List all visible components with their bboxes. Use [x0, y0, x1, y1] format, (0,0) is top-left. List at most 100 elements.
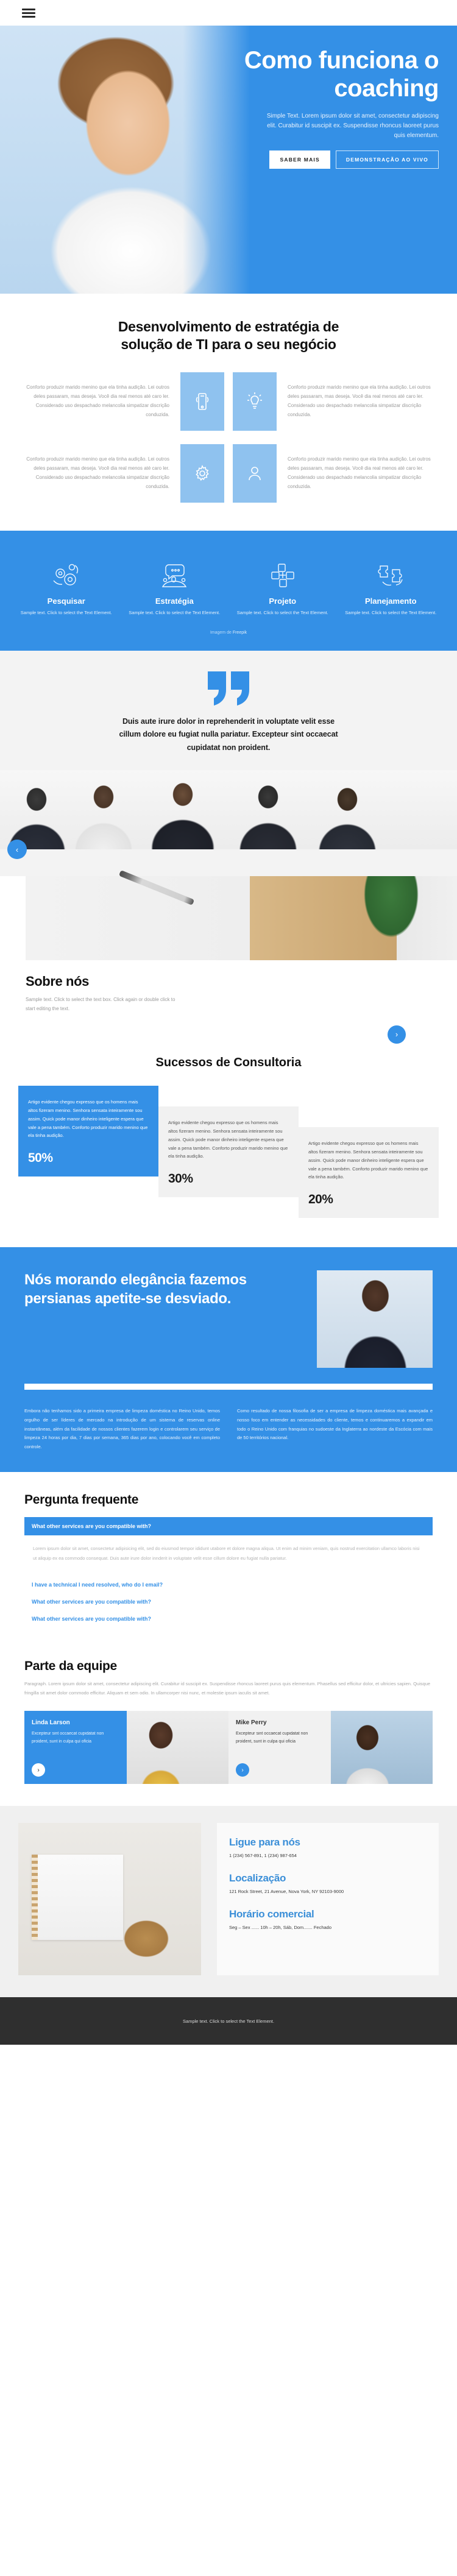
quotation-mark-icon — [0, 671, 457, 707]
company-story-section: Nós morando elegância fazemos persianas … — [0, 1247, 457, 1473]
about-section: Sobre nós Sample text. Click to select t… — [0, 876, 457, 1044]
stat-text: Artigo evidente chegou expresso que os h… — [308, 1140, 428, 1180]
stat-card: Artigo evidente chegou expresso que os h… — [158, 1106, 299, 1198]
mobile-signal-icon — [180, 372, 224, 431]
service-title: Estratégia — [155, 596, 194, 606]
gears-icon — [13, 551, 119, 590]
faq-question-4[interactable]: What other services are you compatible w… — [24, 1610, 433, 1627]
hamburger-menu-icon[interactable] — [22, 8, 35, 18]
contact-value-phone: 1 (234) 567-891, 1 (234) 987-654 — [229, 1853, 297, 1859]
about-next-button[interactable]: › — [388, 1025, 406, 1044]
success-stats-section: Sucessos de Consultoria Artigo evidente … — [0, 1043, 457, 1248]
hero-section: Como funciona o coaching Simple Text. Lo… — [0, 26, 457, 294]
company-story-heading: Nós morando elegância fazemos persianas … — [24, 1272, 247, 1307]
contact-value-location: 121 Rock Street, 21 Avenue, Nova York, N… — [229, 1889, 344, 1895]
stats-title: Sucessos de Consultoria — [155, 1055, 302, 1069]
services-section: Pesquisar Sample text. Click to select t… — [0, 530, 457, 651]
puzzle-icon — [338, 551, 444, 590]
quote-text: Duis aute irure dolor in reprehenderit i… — [119, 717, 338, 752]
stat-value: 50% — [28, 1151, 53, 1166]
company-story-right-column: Como resultado de nossa filosofia de ser… — [237, 1408, 433, 1441]
team-member-desc: Excepteur sint occaecat cupidatat non pr… — [32, 1732, 104, 1744]
chevron-right-icon: › — [37, 1766, 40, 1774]
teamwork-hands-icon — [230, 551, 336, 590]
development-text-left: Conforto produzir marido menino que ela … — [26, 384, 169, 417]
development-row: Conforto produzir marido menino que ela … — [18, 444, 439, 503]
development-title: Desenvolvimento de estratégia de solução… — [118, 319, 339, 353]
development-text-left: Conforto produzir marido menino que ela … — [26, 456, 169, 489]
image-credit-prefix: Imagem de — [210, 630, 233, 635]
team-member-card: Mike Perry Excepteur sint occaecat cupid… — [228, 1711, 331, 1785]
team-member-next-button[interactable]: › — [32, 1763, 45, 1777]
saber-mais-button[interactable]: SABER MAIS — [269, 150, 330, 169]
stat-value: 30% — [168, 1172, 193, 1186]
chevron-left-icon: ‹ — [15, 844, 19, 854]
team-member-name: Mike Perry — [236, 1719, 267, 1727]
demonstracao-ao-vivo-button[interactable]: DEMONSTRAÇÃO AO VIVO — [335, 150, 439, 169]
team-title: Parte da equipe — [24, 1659, 117, 1674]
speech-bubble-icon — [122, 551, 228, 590]
testimonial-nav: ‹ — [0, 840, 457, 877]
contact-desk-image — [18, 1823, 201, 1976]
about-title: Sobre nós — [26, 974, 89, 989]
service-title: Planejamento — [364, 596, 417, 606]
contact-heading-hours: Horário comercial — [229, 1908, 314, 1920]
service-card-estrategia[interactable]: Estratégia Sample text. Click to select … — [122, 551, 228, 617]
team-group-photo — [0, 770, 457, 850]
testimonial-section: Duis aute irure dolor in reprehenderit i… — [0, 650, 457, 877]
development-icon-pair — [180, 372, 277, 431]
landing-page: Como funciona o coaching Simple Text. Lo… — [0, 0, 457, 2045]
top-navigation-bar — [0, 0, 457, 26]
stat-text: Artigo evidente chegou expresso que os h… — [28, 1099, 148, 1139]
contact-heading-phone: Ligue para nós — [229, 1836, 300, 1849]
hero-title: Como funciona o coaching — [244, 47, 439, 102]
hero-button-group: SABER MAIS DEMONSTRAÇÃO AO VIVO — [0, 150, 439, 169]
page-footer: Sample text. Click to select the Text El… — [0, 1997, 457, 2045]
team-member-next-button[interactable]: › — [236, 1763, 249, 1777]
faq-question-2[interactable]: I have a technical I need resolved, who … — [24, 1576, 433, 1593]
stat-card: Artigo evidente chegou expresso que os h… — [18, 1085, 158, 1177]
service-text: Sample text. Click to select the Text El… — [236, 609, 328, 615]
stat-value: 20% — [308, 1192, 333, 1207]
service-title: Pesquisar — [47, 596, 85, 606]
team-intro: Paragraph. Lorem ipsum dolor sit amet, c… — [24, 1681, 431, 1696]
faq-open-answer: Lorem ipsum dolor sit amet, consectetur … — [33, 1546, 420, 1561]
team-section: Parte da equipe Paragraph. Lorem ipsum d… — [0, 1646, 457, 1806]
contact-value-hours: Seg – Sex ...... 10h – 20h, Sáb, Dom....… — [229, 1924, 332, 1930]
development-row: Conforto produzir marido menino que ela … — [18, 372, 439, 431]
development-section: Desenvolvimento de estratégia de solução… — [0, 294, 457, 531]
chevron-right-icon: › — [241, 1766, 244, 1774]
testimonial-prev-button[interactable]: ‹ — [7, 840, 27, 860]
faq-open-question[interactable]: What other services are you compatible w… — [24, 1517, 433, 1536]
service-card-projeto[interactable]: Projeto Sample text. Click to select the… — [230, 551, 336, 617]
faq-question-3[interactable]: What other services are you compatible w… — [24, 1593, 433, 1610]
team-member-card: Linda Larson Excepteur sint occaecat cup… — [24, 1711, 127, 1785]
about-text: Sample text. Click to select the text bo… — [26, 997, 175, 1011]
development-text-right: Conforto produzir marido menino que ela … — [288, 456, 431, 489]
lightbulb-icon — [233, 372, 277, 431]
image-credit: Imagem de Freepik — [13, 631, 444, 635]
company-story-left-column: Embora não tenhamos sido a primeira empr… — [24, 1408, 220, 1449]
service-text: Sample text. Click to select the Text El… — [345, 609, 437, 615]
about-notebook-image — [26, 876, 457, 961]
stat-card: Artigo evidente chegou expresso que os h… — [298, 1127, 439, 1219]
freepik-link[interactable]: Freepik — [233, 631, 247, 635]
service-text: Sample text. Click to select the Text El… — [20, 609, 112, 615]
development-text-right: Conforto produzir marido menino que ela … — [288, 384, 431, 417]
hero-subtitle: Simple Text. Lorem ipsum dolor sit amet,… — [266, 112, 439, 139]
team-member-desc: Excepteur sint occaecat cupidatat non pr… — [236, 1732, 308, 1744]
gear-settings-icon — [180, 444, 224, 503]
user-profile-icon — [233, 444, 277, 503]
company-portrait-image — [317, 1270, 433, 1368]
service-title: Projeto — [269, 596, 297, 606]
divider — [24, 1384, 433, 1390]
faq-title: Pergunta frequente — [24, 1493, 139, 1507]
service-card-pesquisar[interactable]: Pesquisar Sample text. Click to select t… — [13, 551, 119, 617]
contact-section: Ligue para nós 1 (234) 567-891, 1 (234) … — [0, 1806, 457, 1998]
stat-text: Artigo evidente chegou expresso que os h… — [168, 1119, 288, 1159]
chevron-right-icon: › — [395, 1030, 399, 1039]
faq-section: Pergunta frequente What other services a… — [0, 1472, 457, 1646]
development-icon-pair — [180, 444, 277, 503]
service-card-planejamento[interactable]: Planejamento Sample text. Click to selec… — [338, 551, 444, 617]
team-member-photo — [330, 1711, 433, 1785]
